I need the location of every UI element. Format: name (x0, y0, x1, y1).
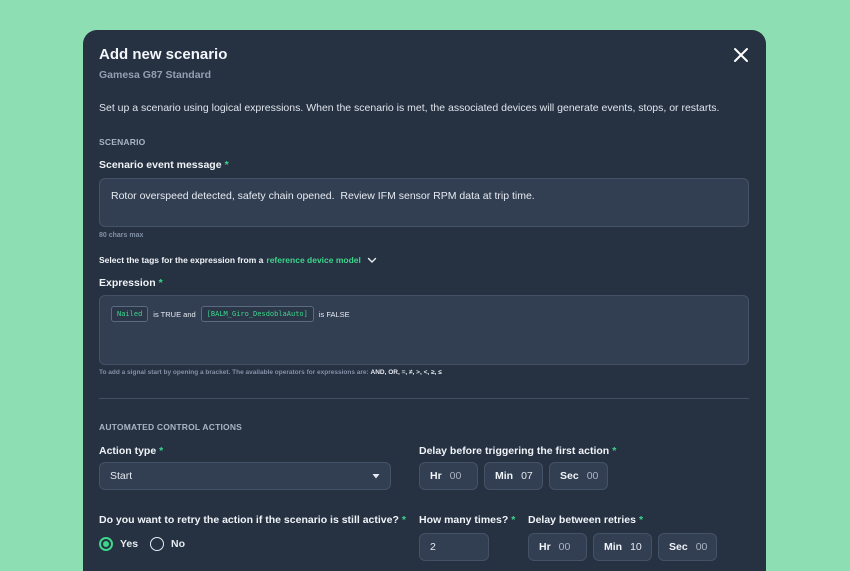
expression-text: is FALSE (318, 309, 350, 319)
retry-delay-label: Delay between retries * (528, 514, 644, 526)
add-scenario-modal: Add new scenario Gamesa G87 Standard Set… (83, 30, 766, 571)
delay-label: Delay before triggering the first action… (419, 445, 617, 457)
scenario-section-title: SCENARIO (99, 137, 146, 147)
tag-select-row: Select the tags for the expression from … (99, 255, 377, 265)
expression-input[interactable]: Nailed is TRUE and [BALM_Giro_DesdoblaAu… (99, 295, 749, 365)
retry-no-label: No (171, 538, 185, 550)
reference-device-model-link[interactable]: reference device model (266, 255, 361, 265)
retry-label: Do you want to retry the action if the s… (99, 514, 406, 526)
scenario-message-value: Rotor overspeed detected, safety chain o… (111, 190, 535, 202)
expression-label: Expression * (99, 277, 163, 289)
chevron-down-icon[interactable] (367, 255, 377, 265)
radio-unchecked-icon (150, 537, 164, 551)
modal-subtitle: Gamesa G87 Standard (99, 69, 212, 81)
action-type-select[interactable]: Start (99, 462, 391, 490)
retry-delay-seconds-unit: Sec (669, 541, 688, 553)
delay-minutes-unit: Min (495, 470, 514, 482)
delay-hours-input[interactable]: Hr 00 (419, 462, 478, 490)
close-icon[interactable] (732, 46, 750, 64)
retry-delay-minutes-input[interactable]: Min 10 (593, 533, 652, 561)
delay-seconds-unit: Sec (560, 470, 579, 482)
section-divider (99, 398, 749, 399)
retry-delay-hours-unit: Hr (539, 541, 551, 553)
retry-delay-minutes-value: 10 (630, 541, 642, 553)
retry-times-input[interactable]: 2 (419, 533, 489, 561)
action-type-label: Action type * (99, 445, 164, 457)
modal-description: Set up a scenario using logical expressi… (99, 102, 720, 114)
delay-hours-unit: Hr (430, 470, 442, 482)
operators-hint: To add a signal start by opening a brack… (99, 369, 442, 376)
retry-delay-hours-value: 00 (558, 541, 571, 553)
caret-down-icon (372, 474, 380, 479)
expression-tag[interactable]: [BALM_Giro_DesdoblaAuto] (200, 306, 314, 322)
retry-delay-hours-input[interactable]: Hr 00 (528, 533, 587, 561)
expression-text: is TRUE and (153, 309, 196, 319)
retry-delay-seconds-input[interactable]: Sec 00 (658, 533, 717, 561)
actions-section-title: AUTOMATED CONTROL ACTIONS (99, 422, 243, 432)
expression-tag[interactable]: Nailed (111, 306, 149, 322)
retry-delay-seconds-value: 00 (695, 541, 708, 553)
delay-minutes-input[interactable]: Min 07 (484, 462, 543, 490)
retry-times-label: How many times? * (419, 514, 516, 526)
delay-seconds-input[interactable]: Sec 00 (549, 462, 608, 490)
delay-minutes-value: 07 (521, 470, 533, 482)
delay-seconds-value: 00 (586, 470, 599, 482)
retry-yes-radio[interactable]: Yes (99, 537, 138, 551)
modal-title: Add new scenario (99, 46, 228, 63)
retry-delay-minutes-unit: Min (604, 541, 623, 553)
delay-hours-value: 00 (449, 470, 462, 482)
message-label: Scenario event message * (99, 159, 229, 171)
retry-no-radio[interactable]: No (150, 537, 185, 551)
radio-checked-icon (99, 537, 113, 551)
message-char-hint: 80 chars max (99, 232, 144, 239)
retry-times-value: 2 (430, 541, 436, 553)
retry-yes-label: Yes (120, 538, 139, 550)
action-type-value: Start (110, 470, 133, 482)
tag-select-prefix: Select the tags for the expression from … (99, 255, 264, 265)
scenario-message-input[interactable]: Rotor overspeed detected, safety chain o… (99, 178, 749, 227)
expression-content: Nailed is TRUE and [BALM_Giro_DesdoblaAu… (111, 306, 355, 322)
